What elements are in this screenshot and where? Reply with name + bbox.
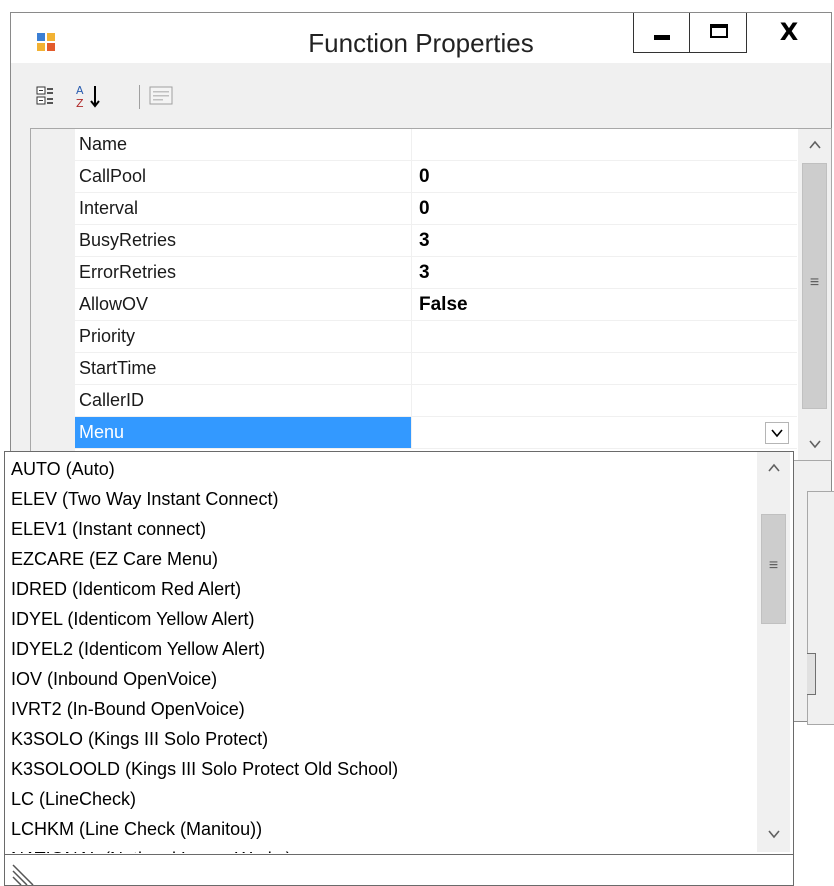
alphabetical-sort-icon: A Z (76, 84, 100, 110)
list-item[interactable]: ELEV1 (Instant connect) (11, 514, 206, 544)
chevron-down-icon (808, 440, 821, 449)
chevron-up-icon (808, 140, 821, 149)
property-row[interactable]: Name (75, 129, 797, 161)
column-divider (411, 193, 412, 224)
chevron-down-icon (767, 830, 780, 839)
grip-icon: ≡ (809, 274, 820, 291)
list-item[interactable]: ELEV (Two Way Instant Connect) (11, 484, 278, 514)
property-value[interactable]: False (419, 294, 468, 316)
dropdown-scrollbar[interactable]: ≡ (757, 452, 790, 852)
property-row[interactable]: StartTime (75, 353, 797, 385)
property-name: StartTime (79, 358, 157, 378)
list-item[interactable]: LCHKM (Line Check (Manitou)) (11, 814, 262, 844)
list-item[interactable]: K3SOLOOLD (Kings III Solo Protect Old Sc… (11, 754, 398, 784)
alphabetical-button[interactable]: A Z (75, 83, 105, 110)
column-divider (411, 289, 412, 320)
title-bar[interactable]: Function Properties X (11, 13, 831, 63)
property-name: Name (79, 134, 128, 154)
list-item[interactable]: AUTO (Auto) (11, 454, 115, 484)
column-divider (411, 321, 412, 352)
hidden-button-edge (807, 653, 816, 695)
property-name: Priority (79, 326, 136, 346)
scroll-down-button[interactable] (757, 818, 790, 850)
column-divider (411, 161, 412, 192)
property-row[interactable]: CallPool 0 (75, 161, 797, 193)
grip-icon: ≡ (768, 557, 779, 574)
property-value[interactable]: 0 (419, 198, 430, 220)
property-grid: Name CallPool 0 Interval 0 BusyRetries 3… (30, 128, 832, 461)
property-row[interactable]: AllowOV False (75, 289, 797, 321)
dropdown-items: AUTO (Auto) ELEV (Two Way Instant Connec… (5, 452, 757, 853)
svg-text:A: A (76, 84, 84, 97)
property-value[interactable]: 3 (419, 262, 430, 284)
property-grid-toolbar: A Z (11, 73, 831, 113)
minimize-button[interactable] (633, 13, 689, 53)
menu-dropdown-list[interactable]: AUTO (Auto) ELEV (Two Way Instant Connec… (4, 451, 794, 886)
property-name: CallPool (79, 166, 147, 186)
scroll-thumb[interactable]: ≡ (761, 514, 786, 624)
property-pages-icon (149, 86, 173, 105)
grid-gutter (31, 129, 75, 460)
close-icon: X (779, 18, 799, 46)
list-item[interactable]: LC (LineCheck) (11, 784, 136, 814)
property-pages-button[interactable] (147, 83, 177, 109)
property-row[interactable]: ErrorRetries 3 (75, 257, 797, 289)
column-divider (411, 257, 412, 288)
toolbar-separator (139, 85, 140, 109)
property-value[interactable]: 3 (419, 230, 430, 252)
property-name: BusyRetries (79, 230, 177, 250)
maximize-icon (710, 24, 728, 38)
property-name: CallerID (79, 390, 145, 410)
categorized-icon (36, 86, 53, 105)
list-item[interactable]: EZCARE (EZ Care Menu) (11, 544, 218, 574)
property-row[interactable]: Priority (75, 321, 797, 353)
property-name: ErrorRetries (79, 262, 177, 282)
list-item[interactable]: IOV (Inbound OpenVoice) (11, 664, 217, 694)
column-divider (411, 417, 412, 448)
categorized-button[interactable] (35, 83, 65, 109)
list-item[interactable]: IDYEL2 (Identicom Yellow Alert) (11, 634, 265, 664)
scroll-up-button[interactable] (798, 129, 831, 161)
chevron-down-icon (771, 429, 783, 438)
property-row[interactable]: BusyRetries 3 (75, 225, 797, 257)
property-value[interactable]: 0 (419, 166, 430, 188)
list-item[interactable]: IDYEL (Identicom Yellow Alert) (11, 604, 254, 634)
column-divider (411, 353, 412, 384)
property-row[interactable]: Interval 0 (75, 193, 797, 225)
scroll-thumb[interactable]: ≡ (802, 163, 827, 409)
minimize-icon (654, 35, 670, 40)
chevron-up-icon (767, 463, 780, 472)
maximize-button[interactable] (689, 13, 747, 53)
list-item[interactable]: NATIONAL (National Lease Works) (11, 844, 292, 853)
property-name: Menu (79, 422, 125, 442)
grid-scrollbar[interactable]: ≡ (798, 129, 831, 460)
scroll-up-button[interactable] (757, 452, 790, 484)
list-item[interactable]: K3SOLO (Kings III Solo Protect) (11, 724, 268, 754)
close-button[interactable]: X (747, 13, 831, 53)
scroll-down-button[interactable] (798, 428, 831, 460)
svg-text:Z: Z (76, 97, 84, 109)
property-row-selected[interactable]: Menu (75, 417, 797, 449)
resize-grip-icon (12, 864, 34, 885)
property-name: Interval (79, 198, 139, 218)
property-name: AllowOV (79, 294, 149, 314)
column-divider (411, 385, 412, 416)
dropdown-button[interactable] (765, 422, 789, 444)
list-item[interactable]: IVRT2 (In-Bound OpenVoice) (11, 694, 245, 724)
selection-highlight (75, 417, 411, 448)
property-row[interactable]: CallerID (75, 385, 797, 417)
resize-grip-area[interactable] (5, 854, 793, 885)
list-item[interactable]: IDRED (Identicom Red Alert) (11, 574, 241, 604)
column-divider (411, 129, 412, 160)
column-divider (411, 225, 412, 256)
